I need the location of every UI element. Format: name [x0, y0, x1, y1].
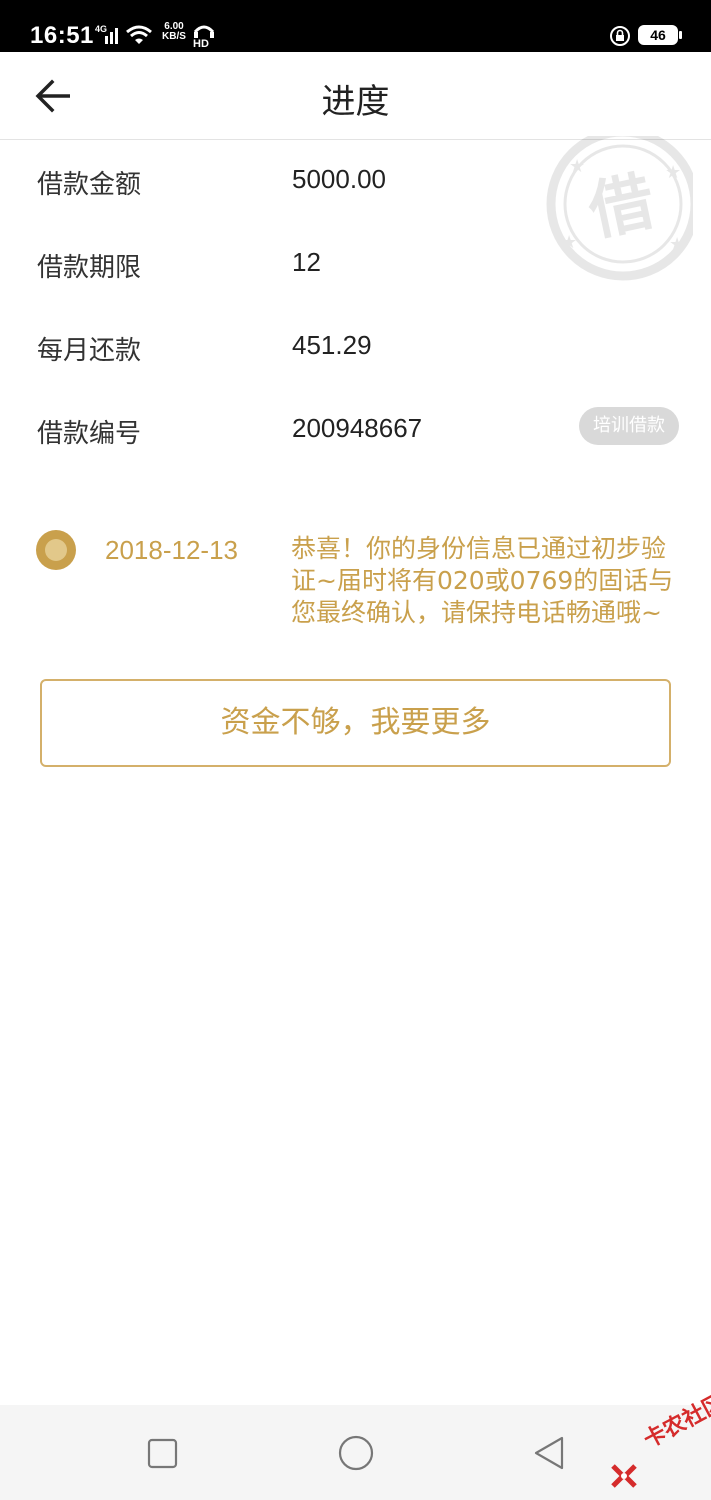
status-bar: 16:51 4G 6.00 KB/S HD 46	[0, 0, 711, 52]
speed-unit: KB/S	[162, 31, 186, 42]
timeline-date: 2018-12-13	[105, 535, 238, 565]
home-circle-icon[interactable]	[336, 1433, 376, 1473]
app-header: 进度	[0, 52, 711, 140]
amount-value: 5000.00	[292, 164, 386, 194]
monthly-payment-value: 451.29	[292, 330, 372, 360]
watermark-text: 卡农社区	[639, 1389, 711, 1454]
info-row-loan-id: 借款编号 200948667 培训借款	[0, 407, 711, 453]
amount-label: 借款金额	[37, 170, 142, 200]
battery-icon: 46	[638, 25, 678, 45]
rotation-lock-icon	[610, 26, 630, 46]
signal-icon: 4G	[95, 24, 152, 44]
timeline-message: 恭喜！你的身份信息已通过初步验证~届时将有020或0769的固话与您最终确认，请…	[291, 534, 674, 627]
loan-id-label: 借款编号	[37, 419, 142, 449]
info-row-term: 借款期限 12	[0, 247, 711, 287]
loan-id-value: 200948667	[292, 413, 423, 443]
site-watermark-logo: 卡农社区	[605, 1390, 711, 1500]
timeline-dot-icon	[36, 530, 76, 570]
screen: 16:51 4G 6.00 KB/S HD 46 进度 借 ★ ★ ★ ★ 借款…	[0, 0, 711, 1500]
hd-label: HD	[193, 38, 209, 48]
page-title: 进度	[321, 82, 390, 122]
watermark-logo-icon	[611, 1464, 637, 1488]
hd-voice-icon: HD	[193, 25, 215, 48]
monthly-payment-label: 每月还款	[37, 336, 142, 366]
battery-nub	[679, 31, 682, 39]
recents-square-icon[interactable]	[143, 1433, 183, 1473]
back-triangle-icon[interactable]	[530, 1433, 570, 1473]
loan-type-badge: 培训借款	[579, 407, 679, 445]
info-row-amount: 借款金额 5000.00	[0, 164, 711, 204]
network-speed: 6.00 KB/S	[160, 22, 188, 42]
network-type-label: 4G	[95, 24, 107, 34]
term-label: 借款期限	[37, 253, 142, 283]
term-value: 12	[292, 247, 321, 277]
status-time: 16:51	[30, 22, 94, 49]
info-row-monthly: 每月还款 451.29	[0, 330, 711, 370]
timeline-dot-inner	[45, 539, 67, 561]
more-funds-button[interactable]: 资金不够，我要更多	[40, 679, 671, 767]
